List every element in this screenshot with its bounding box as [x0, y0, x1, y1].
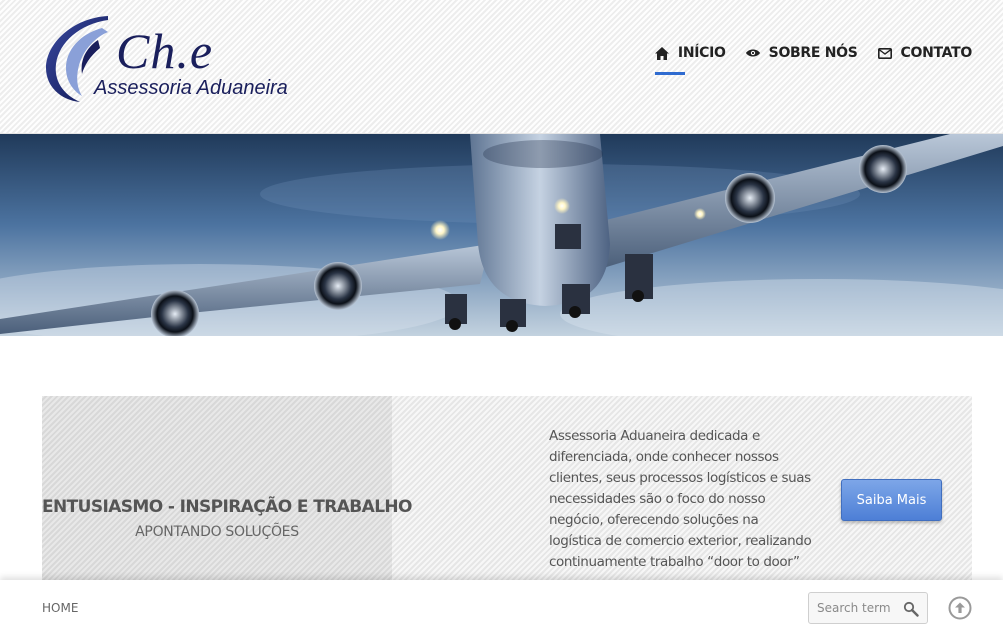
- tagline-title: ENTUSIASMO - INSPIRAÇÃO E TRABALHO: [42, 497, 413, 517]
- eye-icon: [745, 46, 760, 60]
- nav-label-sobre-nos: SOBRE NÓS: [768, 45, 858, 61]
- tagline-subtitle: APONTANDO SOLUÇÕES: [135, 524, 299, 540]
- envelope-icon: [877, 46, 892, 60]
- tagline-panel: ENTUSIASMO - INSPIRAÇÃO E TRABALHO APONT…: [42, 396, 413, 580]
- arrow-up-circle-icon: [948, 596, 972, 620]
- nav-label-contato: CONTATO: [900, 45, 973, 61]
- scroll-to-top-button[interactable]: [948, 596, 972, 620]
- nav-item-inicio[interactable]: INÍCIO: [654, 42, 726, 75]
- footer-bar: HOME: [0, 580, 1003, 634]
- intro-band: ENTUSIASMO - INSPIRAÇÃO E TRABALHO APONT…: [42, 396, 972, 580]
- search-input[interactable]: [809, 593, 903, 623]
- breadcrumb-home[interactable]: HOME: [42, 601, 78, 615]
- nav-label-inicio: INÍCIO: [677, 45, 726, 61]
- company-description: Assessoria Aduaneira dedicada e diferenc…: [549, 428, 812, 570]
- magnifier-icon[interactable]: [903, 601, 919, 617]
- hero-banner: [0, 134, 1003, 336]
- site-header: Ch.e Assessoria Aduaneira INÍCIO SOBRE N…: [0, 0, 1003, 134]
- saiba-mais-button[interactable]: Saiba Mais: [841, 479, 942, 521]
- logo-wordmark: Ch.e: [116, 23, 214, 79]
- nav-item-contato[interactable]: CONTATO: [877, 42, 973, 64]
- search-box: [808, 592, 928, 624]
- main-nav: INÍCIO SOBRE NÓS CONTATO: [654, 42, 973, 75]
- nav-item-sobre-nos[interactable]: SOBRE NÓS: [745, 42, 858, 64]
- site-logo[interactable]: Ch.e Assessoria Aduaneira: [42, 14, 302, 104]
- airplane-photo: [0, 134, 1003, 336]
- logo-subtitle: Assessoria Aduaneira: [94, 77, 288, 99]
- home-icon: [654, 46, 669, 60]
